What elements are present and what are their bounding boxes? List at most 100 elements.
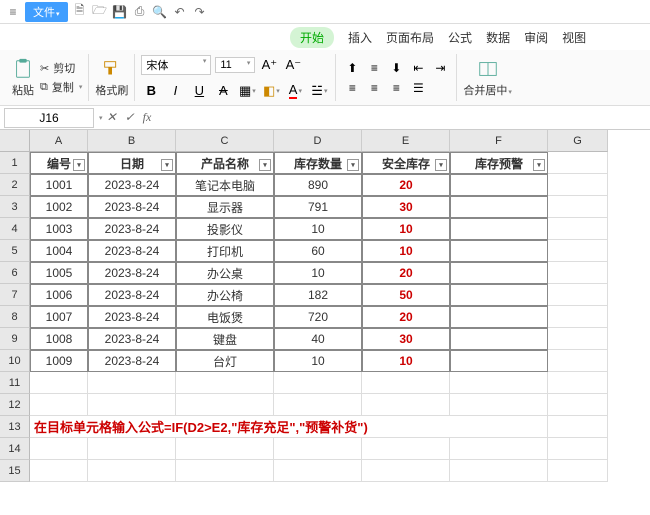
cell[interactable]: 2023-8-24 bbox=[88, 174, 176, 196]
cell[interactable]: 40 bbox=[274, 328, 362, 350]
menu-icon[interactable]: ≡ bbox=[5, 4, 21, 20]
font-color-button[interactable]: A▾ bbox=[285, 81, 305, 101]
cell[interactable] bbox=[176, 372, 274, 394]
filter-arrow-icon[interactable]: ▾ bbox=[347, 159, 359, 171]
cell[interactable]: 办公桌 bbox=[176, 262, 274, 284]
filter-arrow-icon[interactable]: ▾ bbox=[435, 159, 447, 171]
col-head-d[interactable]: D bbox=[274, 130, 362, 152]
row-head[interactable]: 11 bbox=[0, 372, 30, 394]
cell[interactable] bbox=[30, 438, 88, 460]
decrease-font-button[interactable]: A⁻ bbox=[283, 55, 303, 75]
cell[interactable]: 10 bbox=[362, 218, 450, 240]
merge-center-button[interactable]: 合并居中▾ bbox=[463, 58, 512, 98]
cell[interactable]: 2023-8-24 bbox=[88, 218, 176, 240]
cell[interactable]: 791 bbox=[274, 196, 362, 218]
cell[interactable]: 2023-8-24 bbox=[88, 284, 176, 306]
cell[interactable] bbox=[450, 460, 548, 482]
cell[interactable]: 1007 bbox=[30, 306, 88, 328]
increase-font-button[interactable]: A⁺ bbox=[259, 55, 279, 75]
cell[interactable]: 2023-8-24 bbox=[88, 350, 176, 372]
cell[interactable]: 1005 bbox=[30, 262, 88, 284]
cell[interactable] bbox=[450, 394, 548, 416]
cell[interactable] bbox=[548, 218, 608, 240]
fill-color-button[interactable]: ◧▾ bbox=[261, 81, 281, 101]
cell[interactable] bbox=[450, 174, 548, 196]
cell[interactable]: 键盘 bbox=[176, 328, 274, 350]
header-cell[interactable]: 库存数量▾ bbox=[274, 152, 362, 174]
cell[interactable]: 720 bbox=[274, 306, 362, 328]
cell[interactable] bbox=[176, 438, 274, 460]
underline-button[interactable]: U bbox=[189, 81, 209, 101]
cell[interactable] bbox=[548, 416, 608, 438]
cell[interactable]: 笔记本电脑 bbox=[176, 174, 274, 196]
cell[interactable] bbox=[176, 394, 274, 416]
file-tab[interactable]: 文件▾ bbox=[25, 2, 68, 22]
fx-button[interactable]: fx bbox=[139, 110, 156, 125]
tab-data[interactable]: 数据 bbox=[486, 29, 510, 46]
cell[interactable]: 投影仪 bbox=[176, 218, 274, 240]
cell[interactable] bbox=[88, 438, 176, 460]
tab-page-layout[interactable]: 页面布局 bbox=[386, 29, 434, 46]
cell[interactable] bbox=[362, 372, 450, 394]
select-all-corner[interactable] bbox=[0, 130, 30, 152]
cell[interactable] bbox=[548, 372, 608, 394]
cell[interactable]: 2023-8-24 bbox=[88, 240, 176, 262]
cell[interactable] bbox=[450, 350, 548, 372]
save-icon[interactable]: 💾 bbox=[112, 4, 128, 20]
cell[interactable] bbox=[548, 438, 608, 460]
cell[interactable]: 1006 bbox=[30, 284, 88, 306]
cell[interactable] bbox=[362, 460, 450, 482]
cell[interactable] bbox=[30, 460, 88, 482]
font-name-select[interactable]: 宋体▾ bbox=[141, 55, 211, 75]
row-head[interactable]: 6 bbox=[0, 262, 30, 284]
col-head-b[interactable]: B bbox=[88, 130, 176, 152]
cell[interactable]: 10 bbox=[274, 262, 362, 284]
cell[interactable]: 电饭煲 bbox=[176, 306, 274, 328]
cell[interactable]: 30 bbox=[362, 196, 450, 218]
cell[interactable] bbox=[548, 350, 608, 372]
cell[interactable]: 890 bbox=[274, 174, 362, 196]
cell[interactable] bbox=[548, 152, 608, 174]
header-cell[interactable]: 库存预警▾ bbox=[450, 152, 548, 174]
cell[interactable] bbox=[548, 306, 608, 328]
distribute-button[interactable]: ☰ bbox=[408, 79, 428, 97]
cut-button[interactable]: ✂剪切 bbox=[40, 60, 82, 76]
cell[interactable]: 20 bbox=[362, 174, 450, 196]
tab-start[interactable]: 开始 bbox=[290, 27, 334, 48]
cell[interactable]: 1001 bbox=[30, 174, 88, 196]
cell[interactable] bbox=[274, 438, 362, 460]
row-head[interactable]: 9 bbox=[0, 328, 30, 350]
cell[interactable] bbox=[362, 438, 450, 460]
cell[interactable]: 2023-8-24 bbox=[88, 196, 176, 218]
row-head[interactable]: 13 bbox=[0, 416, 30, 438]
cell[interactable]: 显示器 bbox=[176, 196, 274, 218]
row-head[interactable]: 1 bbox=[0, 152, 30, 174]
cell[interactable] bbox=[274, 460, 362, 482]
filter-arrow-icon[interactable]: ▾ bbox=[161, 159, 173, 171]
cell[interactable]: 办公椅 bbox=[176, 284, 274, 306]
align-middle-button[interactable]: ≡ bbox=[364, 59, 384, 77]
cell[interactable]: 1003 bbox=[30, 218, 88, 240]
cell[interactable] bbox=[548, 328, 608, 350]
format-painter-button[interactable]: 格式刷 bbox=[95, 58, 128, 98]
header-cell[interactable]: 安全库存▾ bbox=[362, 152, 450, 174]
cancel-fx-button[interactable]: ✕ bbox=[103, 110, 121, 125]
cell[interactable]: 182 bbox=[274, 284, 362, 306]
cell[interactable] bbox=[450, 372, 548, 394]
italic-button[interactable]: I bbox=[165, 81, 185, 101]
col-head-f[interactable]: F bbox=[450, 130, 548, 152]
name-box[interactable] bbox=[4, 108, 94, 128]
row-head[interactable]: 4 bbox=[0, 218, 30, 240]
cell[interactable]: 2023-8-24 bbox=[88, 306, 176, 328]
strikethrough-button[interactable]: A bbox=[213, 81, 233, 101]
cell[interactable]: 10 bbox=[362, 240, 450, 262]
header-cell[interactable]: 日期▾ bbox=[88, 152, 176, 174]
formula-input[interactable] bbox=[155, 109, 650, 127]
align-bottom-button[interactable]: ⬇ bbox=[386, 59, 406, 77]
cell[interactable] bbox=[30, 394, 88, 416]
cell[interactable]: 60 bbox=[274, 240, 362, 262]
col-head-g[interactable]: G bbox=[548, 130, 608, 152]
cell[interactable]: 1004 bbox=[30, 240, 88, 262]
cell[interactable] bbox=[362, 394, 450, 416]
cell[interactable] bbox=[88, 372, 176, 394]
